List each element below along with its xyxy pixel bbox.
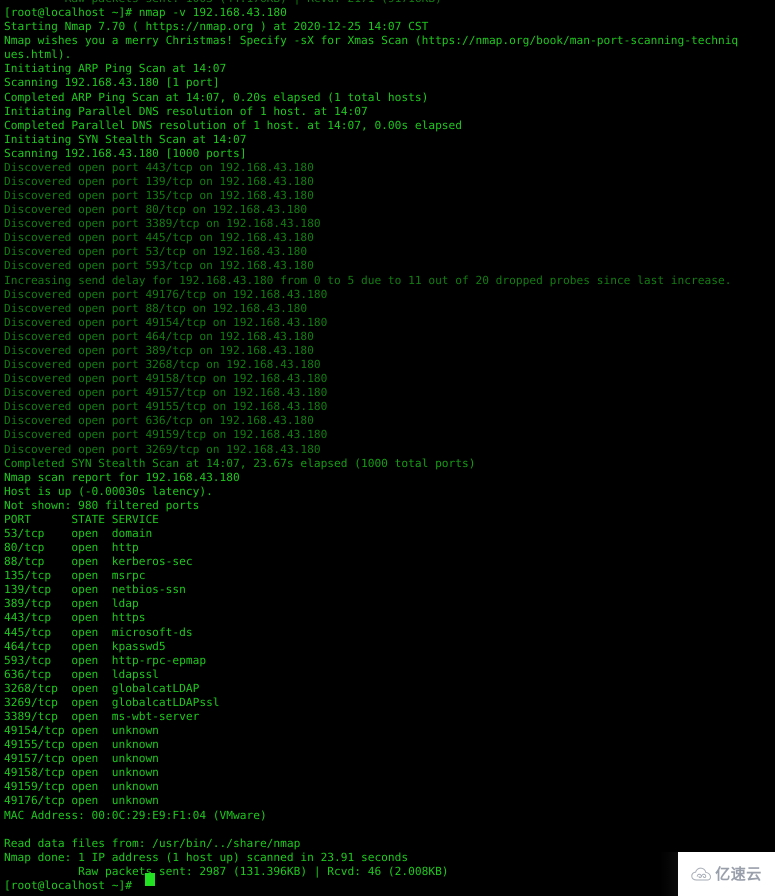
terminal-line: Nmap done: 1 IP address (1 host up) scan… <box>4 850 409 864</box>
terminal-line: 135/tcp open msrpc <box>4 569 146 583</box>
terminal-line: 49155/tcp open unknown <box>4 738 159 752</box>
terminal-line: Read data files from: /usr/bin/../share/… <box>4 836 301 850</box>
terminal-line: Discovered open port 80/tcp on 192.168.4… <box>4 203 308 217</box>
terminal-line: PORT STATE SERVICE <box>4 512 159 526</box>
terminal-line: Discovered open port 49154/tcp on 192.16… <box>4 315 328 329</box>
terminal-line: Discovered open port 636/tcp on 192.168.… <box>4 414 314 428</box>
terminal-line: Initiating Parallel DNS resolution of 1 … <box>4 104 368 118</box>
terminal-line: Discovered open port 139/tcp on 192.168.… <box>4 175 314 189</box>
terminal-line: 139/tcp open netbios-ssn <box>4 583 186 597</box>
terminal-line: Discovered open port 3389/tcp on 192.168… <box>4 217 321 231</box>
terminal-line: Nmap scan report for 192.168.43.180 <box>4 470 240 484</box>
terminal-window[interactable]: Raw packets sent: 1003 (44.176KB) | Rcvd… <box>0 0 775 896</box>
terminal-line: Completed ARP Ping Scan at 14:07, 0.20s … <box>4 90 429 104</box>
terminal-line: Nmap wishes you a merry Christmas! Speci… <box>4 34 739 48</box>
terminal-line: 49154/tcp open unknown <box>4 724 159 738</box>
terminal-line: 443/tcp open https <box>4 611 146 625</box>
terminal-line: Completed Parallel DNS resolution of 1 h… <box>4 118 463 132</box>
terminal-line: Starting Nmap 7.70 ( https://nmap.org ) … <box>4 20 429 34</box>
terminal-line: 88/tcp open kerberos-sec <box>4 555 193 569</box>
terminal-line: Discovered open port 49157/tcp on 192.16… <box>4 386 328 400</box>
terminal-line: Raw packets sent: 2987 (131.396KB) | Rcv… <box>4 864 449 878</box>
terminal-line: Discovered open port 49159/tcp on 192.16… <box>4 428 328 442</box>
terminal-line: 3268/tcp open globalcatLDAP <box>4 681 200 695</box>
terminal-output: Raw packets sent: 1003 (44.176KB) | Rcvd… <box>4 0 775 893</box>
terminal-line: 49158/tcp open unknown <box>4 766 159 780</box>
terminal-line: Not shown: 980 filtered ports <box>4 498 200 512</box>
terminal-line: 49157/tcp open unknown <box>4 752 159 766</box>
terminal-line: Initiating ARP Ping Scan at 14:07 <box>4 62 227 76</box>
terminal-line: 49159/tcp open unknown <box>4 780 159 794</box>
terminal-line: Discovered open port 3269/tcp on 192.168… <box>4 442 321 456</box>
terminal-line: 3269/tcp open globalcatLDAPssl <box>4 695 220 709</box>
terminal-line: Discovered open port 389/tcp on 192.168.… <box>4 343 314 357</box>
terminal-line: [root@localhost ~]# <box>4 878 139 892</box>
terminal-line: Discovered open port 464/tcp on 192.168.… <box>4 329 314 343</box>
watermark-label: 亿速云 <box>715 864 762 883</box>
terminal-line: Host is up (-0.00030s latency). <box>4 484 213 498</box>
terminal-line: Discovered open port 49176/tcp on 192.16… <box>4 287 328 301</box>
terminal-line: Discovered open port 135/tcp on 192.168.… <box>4 189 314 203</box>
terminal-line: Scanning 192.168.43.180 [1000 ports] <box>4 146 247 160</box>
terminal-line: [root@localhost ~]# nmap -v 192.168.43.1… <box>4 6 287 20</box>
terminal-line: Discovered open port 445/tcp on 192.168.… <box>4 231 314 245</box>
terminal-line: Scanning 192.168.43.180 [1 port] <box>4 76 220 90</box>
terminal-line: Discovered open port 443/tcp on 192.168.… <box>4 160 314 174</box>
terminal-line: Initiating SYN Stealth Scan at 14:07 <box>4 132 247 146</box>
terminal-line: ues.html). <box>4 48 72 62</box>
terminal-line: Completed SYN Stealth Scan at 14:07, 23.… <box>4 456 476 470</box>
terminal-cursor <box>145 873 155 886</box>
terminal-line: 3389/tcp open ms-wbt-server <box>4 709 200 723</box>
terminal-line: 464/tcp open kpasswd5 <box>4 639 166 653</box>
terminal-line: 445/tcp open microsoft-ds <box>4 625 193 639</box>
terminal-line: 53/tcp open domain <box>4 526 153 540</box>
terminal-line: 80/tcp open http <box>4 541 139 555</box>
terminal-line: MAC Address: 00:0C:29:E9:F1:04 (VMware) <box>4 808 267 822</box>
watermark: 亿速云 <box>678 852 775 896</box>
terminal-line: Increasing send delay for 192.168.43.180… <box>4 273 732 287</box>
terminal-line: 636/tcp open ldapssl <box>4 667 159 681</box>
terminal-line: Discovered open port 88/tcp on 192.168.4… <box>4 301 308 315</box>
terminal-line: Discovered open port 3268/tcp on 192.168… <box>4 358 321 372</box>
terminal-line: Discovered open port 49158/tcp on 192.16… <box>4 372 328 386</box>
terminal-line: Discovered open port 593/tcp on 192.168.… <box>4 259 314 273</box>
terminal-line: 49176/tcp open unknown <box>4 794 159 808</box>
terminal-line: Discovered open port 49155/tcp on 192.16… <box>4 400 328 414</box>
terminal-line: 389/tcp open ldap <box>4 597 139 611</box>
cloud-swirl-icon <box>691 867 712 882</box>
terminal-line: Discovered open port 53/tcp on 192.168.4… <box>4 245 308 259</box>
terminal-line: 593/tcp open http-rpc-epmap <box>4 653 207 667</box>
